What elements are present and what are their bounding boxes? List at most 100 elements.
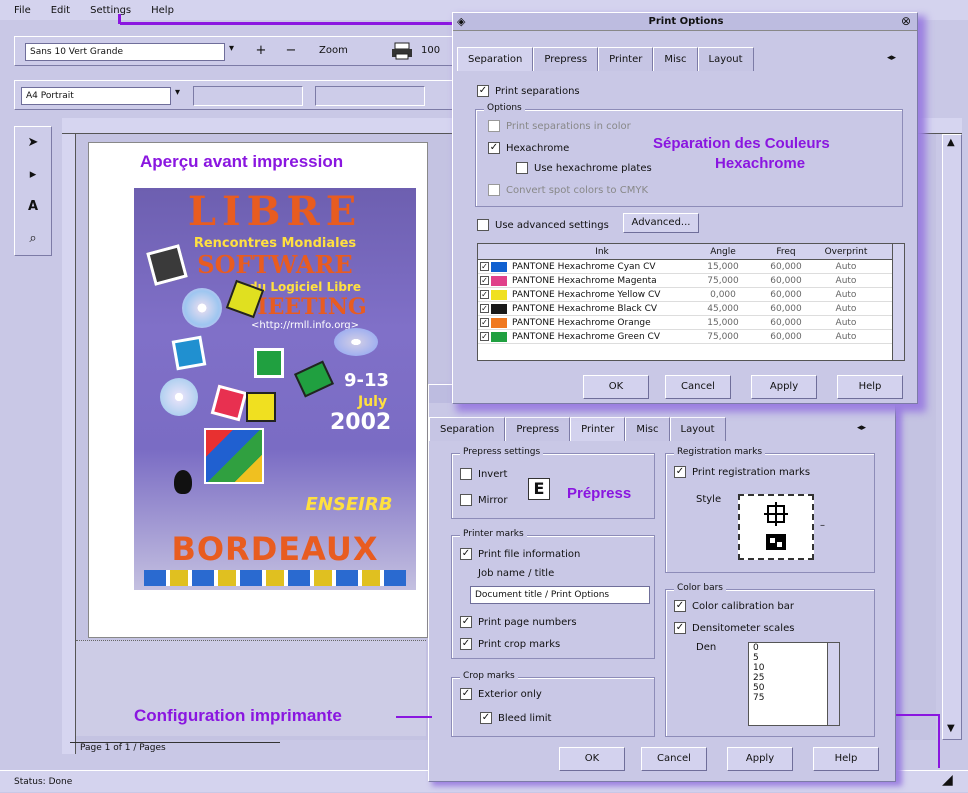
ink-print-checkbox[interactable]: ✓ [480, 290, 489, 299]
table-row[interactable]: ✓ PANTONE Hexachrome Magenta 75,000 60,000 A… [478, 274, 904, 288]
tab-separation[interactable]: Separation [429, 417, 506, 441]
minus-button[interactable]: − [281, 41, 301, 61]
convert-spot-option[interactable]: Convert spot colors to CMYK [488, 184, 648, 196]
color-calibration-option[interactable]: ✓ Color calibration bar [674, 600, 794, 612]
table-row[interactable]: ✓ PANTONE Hexachrome Yellow CV 0,000 60,000… [478, 288, 904, 302]
color-calibration-checkbox[interactable]: ✓ [674, 600, 686, 612]
print-page-numbers-option[interactable]: ✓ Print page numbers [460, 616, 577, 628]
tab-prepress[interactable]: Prepress [533, 47, 599, 71]
sep-color-option[interactable]: Print separations in color [488, 120, 631, 132]
table-row[interactable]: ✓ PANTONE Hexachrome Green CV 75,000 60,000… [478, 330, 904, 344]
ink-freq[interactable]: 60,000 [754, 332, 818, 342]
bleed-limit-checkbox[interactable]: ✓ [480, 712, 492, 724]
ink-freq[interactable]: 60,000 [754, 304, 818, 314]
convert-spot-checkbox[interactable] [488, 184, 500, 196]
mirror-option[interactable]: Mirror [460, 494, 507, 506]
ink-freq[interactable]: 60,000 [754, 262, 818, 272]
tab-printer[interactable]: Printer [570, 417, 626, 441]
ink-angle[interactable]: 15,000 [692, 262, 754, 272]
print-page-numbers-checkbox[interactable]: ✓ [460, 616, 472, 628]
col-header-freq[interactable]: Freq [754, 247, 818, 257]
close-icon[interactable]: ⊗ [901, 14, 911, 28]
exterior-only-checkbox[interactable]: ✓ [460, 688, 472, 700]
col-header-overprint[interactable]: Overprint [818, 247, 874, 257]
print-separations-option[interactable]: ✓ Print separations [477, 85, 580, 97]
style-dropdown-dash[interactable]: – [820, 520, 825, 531]
spin-field[interactable] [193, 86, 303, 106]
densitometer-list[interactable]: 0 5 10 25 50 75 [748, 642, 840, 726]
apply-button[interactable]: Apply [727, 747, 793, 771]
tab-layout[interactable]: Layout [669, 417, 726, 441]
bleed-limit-option[interactable]: ✓ Bleed limit [480, 712, 551, 724]
advanced-settings-option[interactable]: Use advanced settings [477, 219, 609, 231]
tab-layout[interactable]: Layout [697, 47, 754, 71]
menu-help[interactable]: Help [151, 5, 174, 16]
help-button[interactable]: Help [837, 375, 903, 399]
ink-freq[interactable]: 60,000 [754, 290, 818, 300]
table-row[interactable]: ✓ PANTONE Hexachrome Cyan CV 15,000 60,000 A… [478, 260, 904, 274]
ink-angle[interactable]: 75,000 [692, 276, 754, 286]
ink-overprint[interactable]: Auto [818, 332, 874, 342]
vertical-scrollbar[interactable]: ▲ ▼ [942, 134, 962, 740]
ink-overprint[interactable]: Auto [818, 318, 874, 328]
text-icon[interactable]: A [23, 197, 43, 217]
spin-field-2[interactable] [315, 86, 425, 106]
ink-overprint[interactable]: Auto [818, 262, 874, 272]
print-registration-checkbox[interactable]: ✓ [674, 466, 686, 478]
tab-separation[interactable]: Separation [457, 47, 534, 71]
ink-print-checkbox[interactable]: ✓ [480, 304, 489, 313]
col-header-angle[interactable]: Angle [692, 247, 754, 257]
document-select[interactable]: Sans 10 Vert Grande [25, 43, 225, 61]
chevron-down-icon[interactable]: ▾ [175, 87, 180, 98]
plus-button[interactable]: + [251, 41, 271, 61]
ok-button[interactable]: OK [559, 747, 625, 771]
scroll-up-arrow-icon[interactable]: ▲ [947, 137, 955, 148]
help-button[interactable]: Help [813, 747, 879, 771]
ink-angle[interactable]: 75,000 [692, 332, 754, 342]
menu-settings[interactable]: Settings [90, 5, 131, 16]
print-crop-marks-option[interactable]: ✓ Print crop marks [460, 638, 560, 650]
tab-scroll-arrows-icon[interactable]: ◂▸ [857, 423, 866, 433]
advanced-button[interactable]: Advanced... [623, 213, 699, 233]
ink-angle[interactable]: 15,000 [692, 318, 754, 328]
exterior-only-option[interactable]: ✓ Exterior only [460, 688, 542, 700]
ink-print-checkbox[interactable]: ✓ [480, 262, 489, 271]
print-crop-marks-checkbox[interactable]: ✓ [460, 638, 472, 650]
ink-print-checkbox[interactable]: ✓ [480, 276, 489, 285]
hexachrome-option[interactable]: ✓ Hexachrome [488, 142, 569, 154]
tab-misc[interactable]: Misc [625, 417, 670, 441]
ink-angle[interactable]: 45,000 [692, 304, 754, 314]
apply-button[interactable]: Apply [751, 375, 817, 399]
ink-freq[interactable]: 60,000 [754, 318, 818, 328]
zoom-icon[interactable]: ⌕ [23, 229, 43, 249]
menu-edit[interactable]: Edit [51, 5, 70, 16]
ink-freq[interactable]: 60,000 [754, 276, 818, 286]
registration-style-preview[interactable] [738, 494, 814, 560]
print-options-titlebar[interactable]: ◈ Print Options ⊗ [453, 13, 917, 31]
menu-file[interactable]: File [14, 5, 31, 16]
print-file-info-checkbox[interactable]: ✓ [460, 548, 472, 560]
job-name-field[interactable]: Document title / Print Options [470, 586, 650, 604]
tab-scroll-arrows-icon[interactable]: ◂▸ [887, 53, 896, 63]
style-select[interactable]: A4 Portrait [21, 87, 171, 105]
scroll-down-arrow-icon[interactable]: ▼ [947, 723, 955, 734]
mirror-checkbox[interactable] [460, 494, 472, 506]
col-header-ink[interactable]: Ink [512, 247, 692, 257]
arrow-icon[interactable]: ➤ [23, 133, 43, 153]
page-tabs[interactable]: Page 1 of 1 / Pages [70, 742, 280, 758]
ink-overprint[interactable]: Auto [818, 290, 874, 300]
sep-color-checkbox[interactable] [488, 120, 500, 132]
advanced-settings-checkbox[interactable] [477, 219, 489, 231]
tab-printer[interactable]: Printer [598, 47, 654, 71]
tab-misc[interactable]: Misc [653, 47, 698, 71]
cancel-button[interactable]: Cancel [641, 747, 707, 771]
invert-option[interactable]: Invert [460, 468, 507, 480]
ink-overprint[interactable]: Auto [818, 276, 874, 286]
printer-icon[interactable] [391, 41, 413, 61]
hexachrome-plates-checkbox[interactable] [516, 162, 528, 174]
zoom-value[interactable]: 100 [421, 45, 440, 56]
ink-print-checkbox[interactable]: ✓ [480, 332, 489, 341]
table-row[interactable]: ✓ PANTONE Hexachrome Black CV 45,000 60,000… [478, 302, 904, 316]
print-separations-checkbox[interactable]: ✓ [477, 85, 489, 97]
print-file-info-option[interactable]: ✓ Print file information [460, 548, 580, 560]
